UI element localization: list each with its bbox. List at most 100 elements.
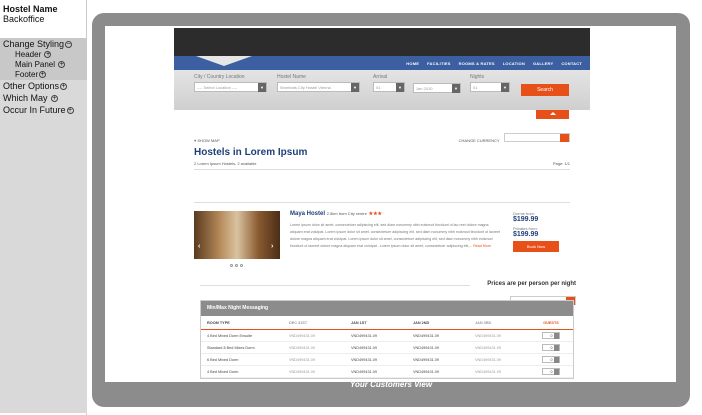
privates-price: $199.99 — [513, 231, 539, 238]
price-cell: VND499431.09 — [351, 357, 377, 362]
carousel-dot[interactable] — [235, 264, 238, 267]
guests-select[interactable]: 0 — [542, 356, 560, 363]
price-cell: VND499431.09 — [351, 345, 377, 350]
price-cell: VND499431.09 — [475, 333, 501, 338]
hostel-select[interactable]: Wombats City Hostel Vienna ▼ — [277, 82, 360, 92]
nav-gallery[interactable]: GALLERY — [533, 61, 553, 66]
preview-frame: HOME FACILITIES ROOMS & RATES LOCATION G… — [92, 13, 690, 407]
price-cell: VND499431.09 — [413, 345, 439, 350]
price-cell: VND499431.09 — [289, 357, 315, 362]
preview-canvas: HOME FACILITIES ROOMS & RATES LOCATION G… — [105, 26, 676, 382]
room-type-cell: Standard 8 Bed Mixes Dorm — [207, 345, 255, 350]
site-header — [174, 28, 590, 66]
hostel-description: Lorem ipsum dolor sit amet, consectetuer… — [290, 222, 500, 250]
guests-select[interactable]: 0 — [542, 344, 560, 351]
which-may-toggle[interactable]: Which May + — [0, 92, 87, 104]
col-dec-31: DEC 31ST — [289, 320, 308, 325]
expand-icon: + — [60, 83, 68, 91]
which-may-label: Which May — [3, 93, 48, 103]
arrival-month-field: Jan 2010 ▼ — [413, 81, 461, 93]
rates-table-title: Min/Max Night Messaging — [201, 301, 573, 316]
nights-label: Nights — [470, 74, 485, 80]
other-options-label: Other Options — [3, 81, 60, 91]
expand-icon: + — [44, 51, 52, 59]
guests-select[interactable]: 0 — [542, 368, 560, 375]
divider — [194, 202, 570, 203]
nights-field: Nights 01 ▼ — [470, 74, 510, 92]
arrival-day-select[interactable]: 01 ▼ — [373, 82, 405, 92]
price-cell: VND499431.09 — [475, 369, 501, 374]
price-cell: VND499431.09 — [475, 345, 501, 350]
carousel-dot[interactable] — [240, 264, 243, 267]
arrival-month-select[interactable]: Jan 2010 ▼ — [413, 83, 461, 93]
nav-location[interactable]: LOCATION — [503, 61, 525, 66]
col-jan-3: JAN 3RD — [475, 320, 492, 325]
rates-table: Min/Max Night Messaging ROOM TYPE DEC 31… — [200, 300, 574, 379]
other-options-toggle[interactable]: Other Options + — [0, 80, 87, 92]
chevron-down-icon: ▼ — [452, 84, 460, 93]
collapse-search-tab[interactable] — [536, 110, 569, 119]
rates-table-header: ROOM TYPE DEC 31ST JAN 1ST JAN 2ND JAN 3… — [201, 316, 573, 330]
price-cell: VND499431.09 — [413, 369, 439, 374]
currency-control: CHANGE CURRENCY — [459, 129, 570, 147]
guests-select[interactable]: 0 — [542, 332, 560, 339]
prev-arrow-icon[interactable]: ‹ — [198, 243, 200, 250]
divider — [194, 169, 570, 170]
hostel-field: Hostel Name Wombats City Hostel Vienna ▼ — [277, 74, 360, 92]
read-more-link[interactable]: Read More — [473, 244, 491, 248]
arrival-month-value: Jan 2010 — [416, 86, 433, 91]
expand-icon: + — [66, 107, 74, 115]
change-styling-toggle[interactable]: Change Styling − — [0, 38, 87, 50]
book-now-button[interactable]: Book Now — [513, 241, 559, 252]
occur-in-future-toggle[interactable]: Occur In Future + — [0, 104, 87, 116]
expand-icon: + — [51, 95, 59, 103]
results-count: 2 Lorem Ipsum Hostels, 2 available — [194, 161, 257, 166]
chevron-down-icon: ▼ — [396, 83, 404, 92]
change-styling-group: Change Styling − Header + Main Panel + Fo… — [0, 38, 87, 80]
price-cell: VND499431.09 — [289, 345, 315, 350]
show-map-link[interactable]: ⌖ SHOW MAP — [194, 138, 220, 143]
price-cell: VND499431.09 — [413, 357, 439, 362]
hostel-name[interactable]: Maya Hostel 2.5km from City centre ★★★ — [290, 211, 382, 217]
carousel-dots — [230, 264, 243, 267]
page-indicator: Page: 1/1 — [552, 161, 570, 166]
nav-rooms-rates[interactable]: ROOMS & RATES — [459, 61, 495, 66]
arrival-day-field: Arrival 01 ▼ — [373, 74, 405, 92]
carousel-dot[interactable] — [230, 264, 233, 267]
search-button[interactable]: Search — [521, 84, 569, 96]
nights-select[interactable]: 01 ▼ — [470, 82, 510, 92]
dorms-price: $199.99 — [513, 216, 539, 223]
collapse-icon: − — [65, 41, 73, 49]
footer-item[interactable]: Footer + — [0, 70, 87, 80]
logo-tab — [196, 56, 252, 66]
chevron-down-icon — [560, 134, 569, 143]
price-cell: VND499431.09 — [475, 357, 501, 362]
nav-contact[interactable]: CONTACT — [561, 61, 582, 66]
hostel-select-value: Wombats City Hostel Vienna — [280, 85, 331, 90]
hostel-distance: 2.5km from City centre — [326, 211, 367, 216]
nav-home[interactable]: HOME — [406, 61, 419, 66]
star-rating: ★★★ — [368, 211, 383, 217]
chevron-down-icon: ▼ — [501, 83, 509, 92]
table-row: 6 Bed Mixed Dorm VND499431.09 VND499431.… — [201, 354, 573, 366]
preview-caption: Your Customers View — [349, 380, 433, 389]
city-label: City / Country Location — [194, 74, 245, 80]
expand-icon: + — [39, 71, 47, 79]
next-arrow-icon[interactable]: › — [271, 243, 273, 250]
currency-select[interactable] — [504, 133, 570, 143]
price-cell: VND499431.09 — [289, 333, 315, 338]
change-currency-label: CHANGE CURRENCY — [458, 138, 500, 143]
nav-facilities[interactable]: FACILITIES — [427, 61, 451, 66]
arrival-label: Arrival — [373, 74, 388, 80]
hostel-name-title: Hostel Name — [3, 4, 58, 14]
room-type-cell: 4 Bed Mixed Dorm Ensuite — [207, 333, 253, 338]
price-cell: VND499431.09 — [413, 333, 439, 338]
city-select[interactable]: ---- Select Location ---- ▼ — [194, 82, 267, 92]
main-panel-item[interactable]: Main Panel + — [0, 60, 87, 70]
divider — [200, 285, 470, 286]
col-room-type: ROOM TYPE — [207, 320, 230, 325]
header-item[interactable]: Header + — [0, 50, 87, 60]
room-type-cell: 6 Bed Mixed Dorm — [207, 357, 239, 362]
arrival-day-value: 01 — [376, 85, 381, 90]
website-preview: HOME FACILITIES ROOMS & RATES LOCATION G… — [174, 28, 590, 382]
